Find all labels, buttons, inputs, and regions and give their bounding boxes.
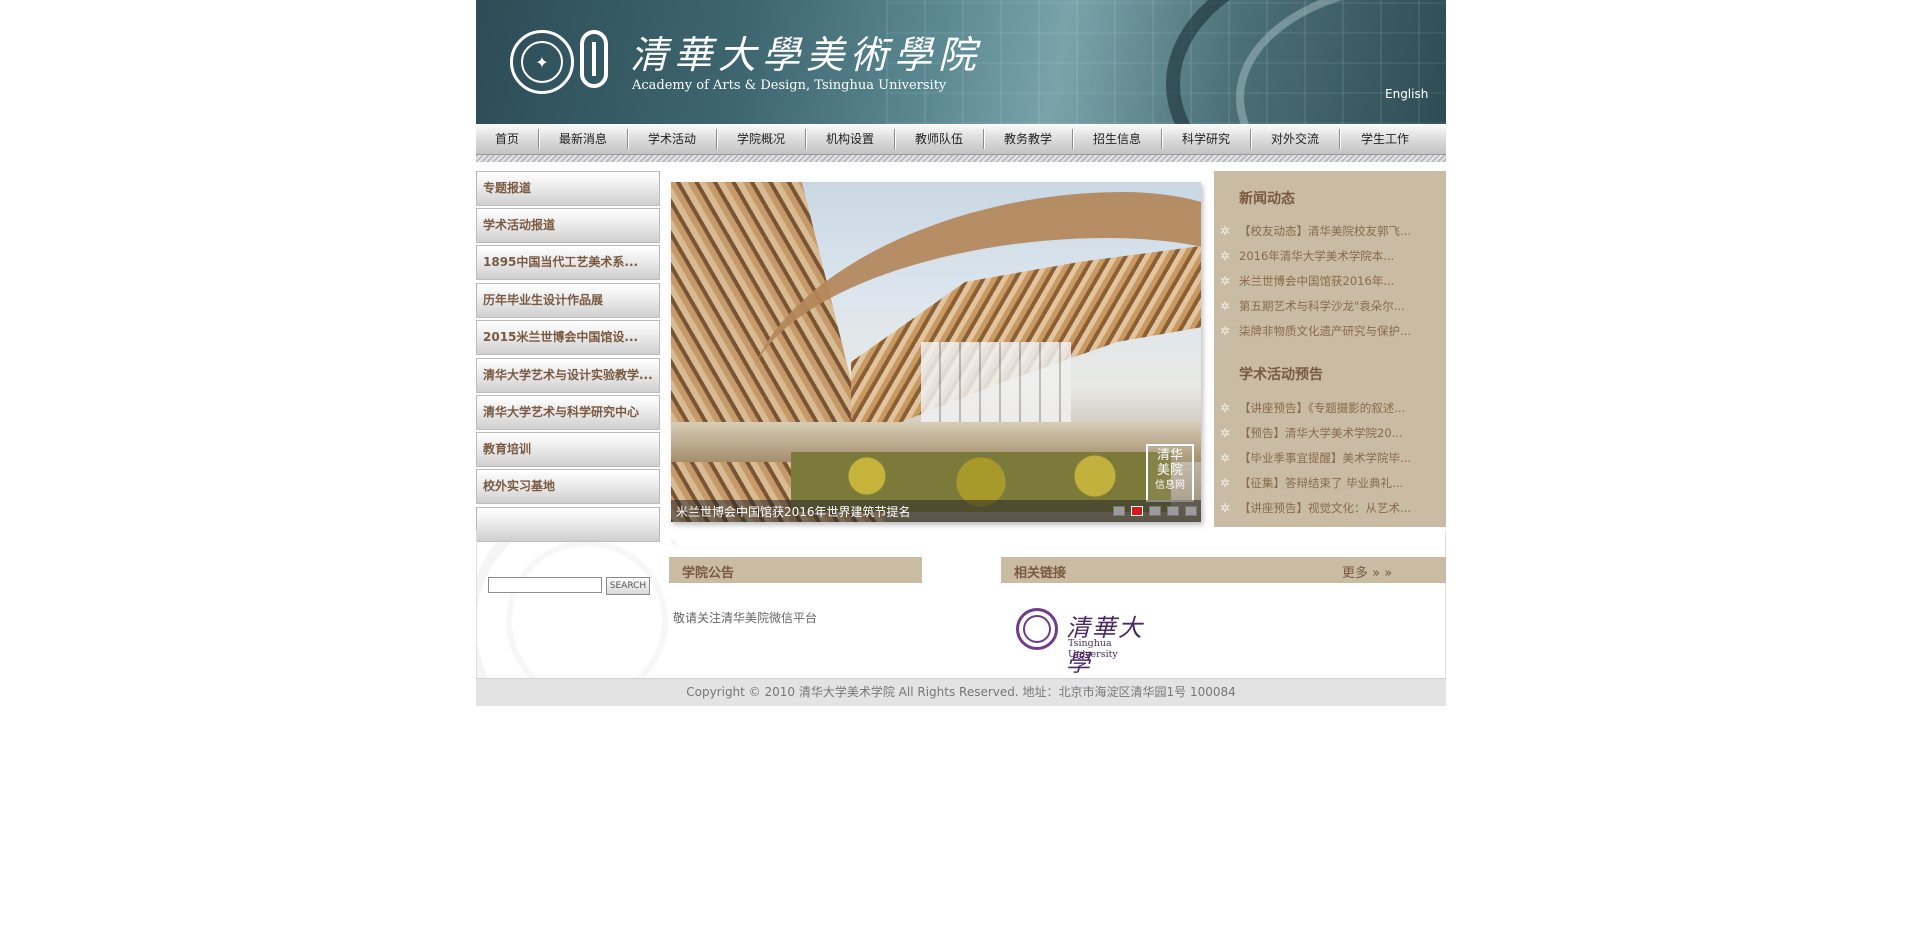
gear-bullet-icon: ✲ [1220, 324, 1231, 338]
tsinghua-university-link[interactable]: 清華大學 Tsinghua University [1016, 608, 1148, 677]
notices-title: 学院公告 [682, 566, 735, 581]
news-title: 新闻动态 [1239, 191, 1295, 207]
academy-name-cn: 清華大學美術學院 [630, 33, 983, 77]
nav-item-exchange[interactable]: 对外交流 [1251, 124, 1339, 154]
sidebar-item-education-training[interactable]: 教育培训 [476, 432, 660, 467]
nav-item-student-affairs[interactable]: 学生工作 [1340, 124, 1430, 154]
event-item[interactable]: ✲ 【讲座预告】视觉文化：从艺术... [1220, 500, 1442, 522]
sidebar-item-craft-exhibition[interactable]: 1895中国当代工艺美术系... [476, 245, 660, 280]
news-item[interactable]: ✲ 第五期艺术与科学沙龙"袁朵尔... [1220, 298, 1442, 320]
slide-dot[interactable] [1113, 506, 1125, 516]
gear-bullet-icon: ✲ [1220, 401, 1231, 415]
gear-bullet-icon: ✲ [1220, 451, 1231, 465]
header-banner: ✦ 清華大學美術學院 Academy of Arts & Design, Tsi… [476, 0, 1446, 124]
slide-dot[interactable] [1149, 506, 1161, 516]
gear-bullet-icon: ✲ [1220, 426, 1231, 440]
event-item[interactable]: ✲ 【征集】答辩结束了 毕业典礼... [1220, 475, 1442, 497]
gear-bullet-icon: ✲ [1220, 224, 1231, 238]
sidebar-item-art-science-center[interactable]: 清华大学艺术与科学研究中心 [476, 395, 660, 430]
main-nav: 首页 最新消息 学术活动 学院概况 机构设置 教师队伍 教务教学 招生信息 科学… [476, 124, 1446, 155]
info-site-badge: 清华 美院 信息网 [1146, 444, 1194, 502]
sidebar-item-milan-expo[interactable]: 2015米兰世博会中国馆设... [476, 320, 660, 355]
news-item[interactable]: ✲ 柒牌非物质文化遗产研究与保护... [1220, 323, 1442, 345]
sidebar-item-design-lab[interactable]: 清华大学艺术与设计实验教学... [476, 358, 660, 393]
nav-item-admissions[interactable]: 招生信息 [1073, 124, 1161, 154]
gear-bullet-icon: ✲ [1220, 299, 1231, 313]
sidebar-menu: 专题报道 学术活动报道 1895中国当代工艺美术系... 历年毕业生设计作品展 … [476, 171, 660, 545]
news-item[interactable]: ✲ 米兰世博会中国馆获2016年... [1220, 273, 1442, 295]
tsinghua-logo-en: Tsinghua University [1068, 638, 1118, 660]
academy-logo-icon [580, 30, 608, 88]
nav-item-organization[interactable]: 机构设置 [806, 124, 894, 154]
gear-bullet-icon: ✲ [1220, 274, 1231, 288]
content-frame [476, 530, 1446, 678]
page-container: ✦ 清華大學美術學院 Academy of Arts & Design, Tsi… [476, 0, 1446, 706]
links-title: 相关链接 [1014, 566, 1067, 581]
event-item[interactable]: ✲ 【预告】清华大学美术学院20... [1220, 425, 1442, 447]
university-seal-icon: ✦ [510, 30, 574, 94]
notices-header: 学院公告 [669, 557, 922, 583]
nav-stripe-divider [476, 155, 1446, 162]
slide-caption[interactable]: 米兰世博会中国馆获2016年世界建筑节提名 [676, 503, 911, 520]
gear-bullet-icon: ✲ [1220, 501, 1231, 515]
nav-item-research[interactable]: 科学研究 [1162, 124, 1250, 154]
news-item[interactable]: ✲ 【校友动态】清华美院校友郭飞... [1220, 223, 1442, 245]
gear-bullet-icon: ✲ [1220, 249, 1231, 263]
nav-item-academic-activities[interactable]: 学术活动 [628, 124, 716, 154]
sidebar-item-internship-base[interactable]: 校外实习基地 [476, 469, 660, 504]
right-news-panel: 新闻动态 ✲ 【校友动态】清华美院校友郭飞... ✲ 2016年清华大学美术学院本.… [1214, 171, 1446, 527]
sidebar-item-graduate-works[interactable]: 历年毕业生设计作品展 [476, 283, 660, 318]
gear-bullet-icon: ✲ [1220, 476, 1231, 490]
event-item[interactable]: ✲ 【毕业季事宜提醒】美术学院毕... [1220, 450, 1442, 472]
nav-item-teaching[interactable]: 教务教学 [984, 124, 1072, 154]
events-title: 学术活动预告 [1239, 367, 1323, 383]
slide-dot[interactable] [1167, 506, 1179, 516]
nav-item-faculty[interactable]: 教师队伍 [895, 124, 983, 154]
news-item[interactable]: ✲ 2016年清华大学美术学院本... [1220, 248, 1442, 270]
academy-name-en: Academy of Arts & Design, Tsinghua Unive… [632, 78, 947, 93]
nav-item-about[interactable]: 学院概况 [717, 124, 805, 154]
notice-item[interactable]: 敬请关注清华美院微信平台 [673, 609, 817, 626]
nav-item-home[interactable]: 首页 [476, 124, 538, 154]
sidebar-item-special-reports[interactable]: 专题报道 [476, 171, 660, 206]
event-item[interactable]: ✲ 【讲座预告】《专题摄影的叙述... [1220, 400, 1442, 422]
nav-item-latest-news[interactable]: 最新消息 [539, 124, 627, 154]
sidebar-item-academic-reports[interactable]: 学术活动报道 [476, 208, 660, 243]
slide-dot[interactable] [1131, 506, 1143, 516]
slide-dot[interactable] [1185, 506, 1197, 516]
links-header: 相关链接 更多 » » [1001, 557, 1446, 583]
footer-copyright: Copyright © 2010 清华大学美术学院 All Rights Res… [476, 678, 1446, 706]
english-link[interactable]: English [1385, 87, 1428, 101]
featured-slideshow[interactable]: 清华 美院 信息网 米兰世博会中国馆获2016年世界建筑节提名 [671, 182, 1201, 522]
tsinghua-seal-icon [1016, 608, 1058, 650]
more-link[interactable]: 更多 » » [1342, 562, 1392, 581]
